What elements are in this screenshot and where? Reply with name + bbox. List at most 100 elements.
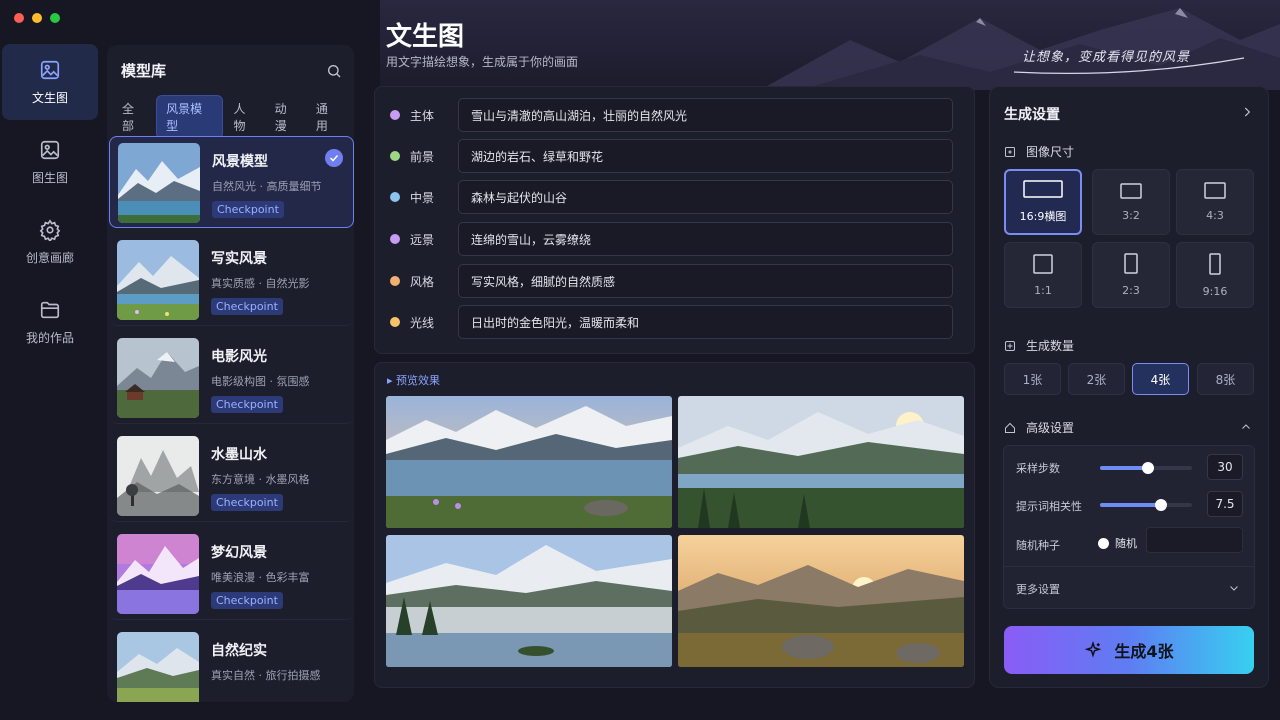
prompt-row-background: 远景 连绵的雪山，云雾缭绕 bbox=[375, 222, 953, 256]
steps-slider[interactable] bbox=[1100, 462, 1192, 474]
chevron-up-icon[interactable] bbox=[1240, 421, 1252, 433]
model-name: 梦幻风景 bbox=[211, 545, 267, 561]
prompt-panel: 主体 雪山与清澈的高山湖泊，壮丽的自然风光 前景 湖边的岩石、绿草和野花 中景 … bbox=[374, 86, 975, 354]
header-mountain-background bbox=[380, 0, 1280, 90]
image-icon bbox=[40, 60, 60, 79]
image-size-section-header: 图像尺寸 bbox=[1004, 143, 1074, 160]
model-description: 自然风光 · 高质量细节 bbox=[212, 180, 322, 193]
count-option-2[interactable]: 2张 bbox=[1068, 363, 1125, 395]
prompt-label: 主体 bbox=[410, 108, 435, 123]
cfg-slider-knob[interactable] bbox=[1154, 499, 1167, 511]
nav-item-label: 文生图 bbox=[31, 90, 68, 105]
generate-button[interactable]: 生成4张 bbox=[1004, 626, 1254, 674]
tab-all[interactable]: 全部 bbox=[115, 96, 152, 138]
more-settings-label[interactable]: 更多设置 bbox=[1016, 581, 1060, 597]
preview-image-4[interactable] bbox=[678, 535, 964, 667]
model-thumbnail bbox=[118, 143, 200, 223]
color-dot bbox=[390, 151, 400, 161]
search-icon[interactable] bbox=[326, 63, 342, 79]
model-description: 唯美浪漫 · 色彩丰富 bbox=[211, 571, 310, 584]
crop-icon bbox=[1005, 146, 1015, 157]
model-type-badge: Checkpoint bbox=[211, 494, 283, 511]
prompt-row-foreground: 前景 湖边的岩石、绿草和野花 bbox=[375, 139, 953, 173]
seed-value-input[interactable] bbox=[1146, 527, 1243, 553]
nav-item-image-to-image[interactable]: 图生图 bbox=[2, 124, 98, 200]
nav-item-gallery[interactable]: 创意画廊 bbox=[2, 204, 98, 280]
nav-item-label: 创意画廊 bbox=[25, 250, 74, 265]
nav-item-label: 我的作品 bbox=[25, 330, 74, 345]
model-card-landscape[interactable]: 风景模型 自然风光 · 高质量细节 Checkpoint bbox=[109, 136, 354, 228]
model-thumbnail bbox=[117, 534, 199, 614]
tab-anime[interactable]: 动漫 bbox=[268, 96, 305, 138]
model-name: 电影风光 bbox=[211, 349, 267, 365]
size-option-9-16[interactable]: 9:16 bbox=[1176, 242, 1254, 308]
tab-landscape[interactable]: 风景模型 bbox=[156, 95, 223, 139]
close-window-button[interactable] bbox=[14, 13, 24, 23]
seed-label: 随机种子 bbox=[1016, 539, 1060, 552]
generate-button-label: 生成4张 bbox=[1114, 642, 1174, 661]
prompt-label: 前景 bbox=[410, 149, 435, 164]
frame-3-2-icon bbox=[1120, 182, 1142, 199]
folder-icon bbox=[40, 301, 60, 318]
advanced-section-header[interactable]: 高级设置 bbox=[1004, 419, 1074, 436]
steps-value-input[interactable]: 30 bbox=[1207, 454, 1243, 480]
model-card-ink-landscape[interactable]: 水墨山水 东方意境 · 水墨风格 Checkpoint bbox=[109, 430, 354, 522]
preview-image-1[interactable] bbox=[386, 396, 672, 528]
frame-4-3-icon bbox=[1204, 182, 1226, 199]
model-card-dream-landscape[interactable]: 梦幻风景 唯美浪漫 · 色彩丰富 Checkpoint bbox=[109, 528, 354, 620]
steps-label: 采样步数 bbox=[1016, 462, 1060, 475]
chevron-right-icon[interactable] bbox=[1240, 105, 1254, 119]
prompt-input-background[interactable]: 连绵的雪山，云雾缭绕 bbox=[458, 222, 953, 256]
count-option-1[interactable]: 1张 bbox=[1004, 363, 1061, 395]
model-type-badge: Checkpoint bbox=[211, 592, 283, 609]
prompt-input-subject[interactable]: 雪山与清澈的高山湖泊，壮丽的自然风光 bbox=[458, 98, 953, 132]
preview-image-2[interactable] bbox=[678, 396, 964, 528]
prompt-input-lighting[interactable]: 日出时的金色阳光，温暖而柔和 bbox=[458, 305, 953, 339]
steps-slider-knob[interactable] bbox=[1141, 462, 1154, 474]
model-card-cinematic-landscape[interactable]: 电影风光 电影级构图 · 氛围感 Checkpoint bbox=[109, 332, 354, 424]
tab-people[interactable]: 人物 bbox=[227, 96, 264, 138]
model-library-panel: 模型库 全部 风景模型 人物 动漫 通用 风景模型 自然风光 · 高质量细节 C… bbox=[107, 45, 354, 702]
size-option-4-3[interactable]: 4:3 bbox=[1176, 169, 1254, 235]
model-type-badge: Checkpoint bbox=[211, 396, 283, 413]
landscape-frame-icon bbox=[1023, 180, 1063, 198]
seed-random-toggle[interactable]: 随机 bbox=[1098, 535, 1137, 551]
page-subtitle: 用文字描绘想象，生成属于你的画面 bbox=[386, 55, 579, 69]
model-name: 水墨山水 bbox=[211, 447, 267, 463]
size-option-2-3[interactable]: 2:3 bbox=[1092, 242, 1170, 308]
model-thumbnail bbox=[117, 436, 199, 516]
size-option-1-1[interactable]: 1:1 bbox=[1004, 242, 1082, 308]
generation-settings-panel: 生成设置 图像尺寸 16:9横图 3:2 4:3 1:1 2:3 9:16 生成… bbox=[989, 86, 1269, 688]
preview-image-3[interactable] bbox=[386, 535, 672, 667]
maximize-window-button[interactable] bbox=[50, 13, 60, 23]
prompt-label: 远景 bbox=[410, 232, 435, 247]
model-library-title: 模型库 bbox=[121, 62, 167, 80]
chevron-down-icon[interactable] bbox=[1228, 582, 1240, 594]
cfg-value-input[interactable]: 7.5 bbox=[1207, 491, 1243, 517]
model-card-nature-documentary[interactable]: 自然纪实 真实自然 · 旅行拍摄感 bbox=[109, 626, 354, 702]
model-thumbnail bbox=[117, 338, 199, 418]
seed-random-label: 随机 bbox=[1115, 537, 1137, 550]
minimize-window-button[interactable] bbox=[32, 13, 42, 23]
nav-item-label: 图生图 bbox=[31, 170, 68, 185]
window-controls bbox=[14, 13, 60, 23]
cfg-label: 提示词相关性 bbox=[1016, 500, 1082, 513]
nav-item-my-works[interactable]: 我的作品 bbox=[2, 284, 98, 360]
prompt-input-style[interactable]: 写实风格，细腻的自然质感 bbox=[458, 264, 953, 298]
model-name: 写实风景 bbox=[211, 251, 267, 267]
count-option-8[interactable]: 8张 bbox=[1197, 363, 1254, 395]
app-window: 文生图 图生图 创意画廊 我的作品 模型库 全部 风景模型 人物 动漫 通用 风… bbox=[0, 0, 1280, 720]
model-card-realistic-landscape[interactable]: 写实风景 真实质感 · 自然光影 Checkpoint bbox=[109, 234, 354, 326]
prompt-input-foreground[interactable]: 湖边的岩石、绿草和野花 bbox=[458, 139, 953, 173]
tab-general[interactable]: 通用 bbox=[309, 96, 346, 138]
size-option-3-2[interactable]: 3:2 bbox=[1092, 169, 1170, 235]
size-option-16-9[interactable]: 16:9横图 bbox=[1004, 169, 1082, 235]
model-thumbnail bbox=[117, 240, 199, 320]
preview-panel: ▸ 预览效果 bbox=[374, 362, 975, 688]
model-description: 真实质感 · 自然光影 bbox=[211, 277, 310, 290]
prompt-input-midground[interactable]: 森林与起伏的山谷 bbox=[458, 180, 953, 214]
cfg-slider[interactable] bbox=[1100, 499, 1192, 511]
count-option-4[interactable]: 4张 bbox=[1132, 363, 1189, 395]
radio-dot-icon bbox=[1098, 537, 1109, 549]
nav-item-text-to-image[interactable]: 文生图 bbox=[2, 44, 98, 120]
